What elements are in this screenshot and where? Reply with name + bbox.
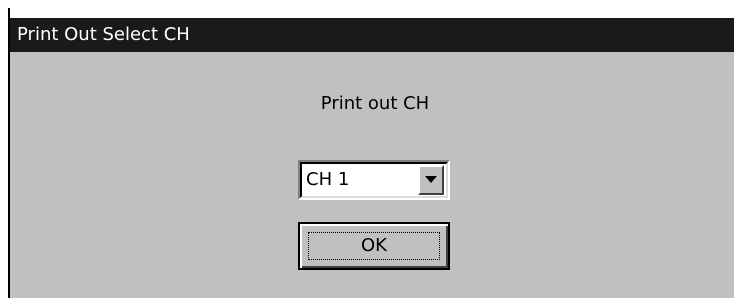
channel-select[interactable]: CH 1 (298, 160, 450, 200)
channel-select-value[interactable]: CH 1 (306, 168, 349, 192)
chevron-down-icon (425, 176, 437, 183)
window-title: Print Out Select CH (17, 24, 190, 45)
channel-select-field[interactable]: CH 1 (300, 162, 448, 198)
print-out-select-dialog: Print Out Select CH Print out CH CH 1 OK (10, 18, 734, 298)
print-out-ch-label: Print out CH (320, 93, 430, 114)
ok-button-label: OK (361, 235, 387, 256)
ok-button[interactable]: OK (298, 222, 450, 270)
dropdown-arrow-button[interactable] (418, 165, 444, 195)
screen: Print Out Select CH Print out CH CH 1 OK (0, 0, 734, 298)
title-bar[interactable]: Print Out Select CH (10, 18, 734, 52)
